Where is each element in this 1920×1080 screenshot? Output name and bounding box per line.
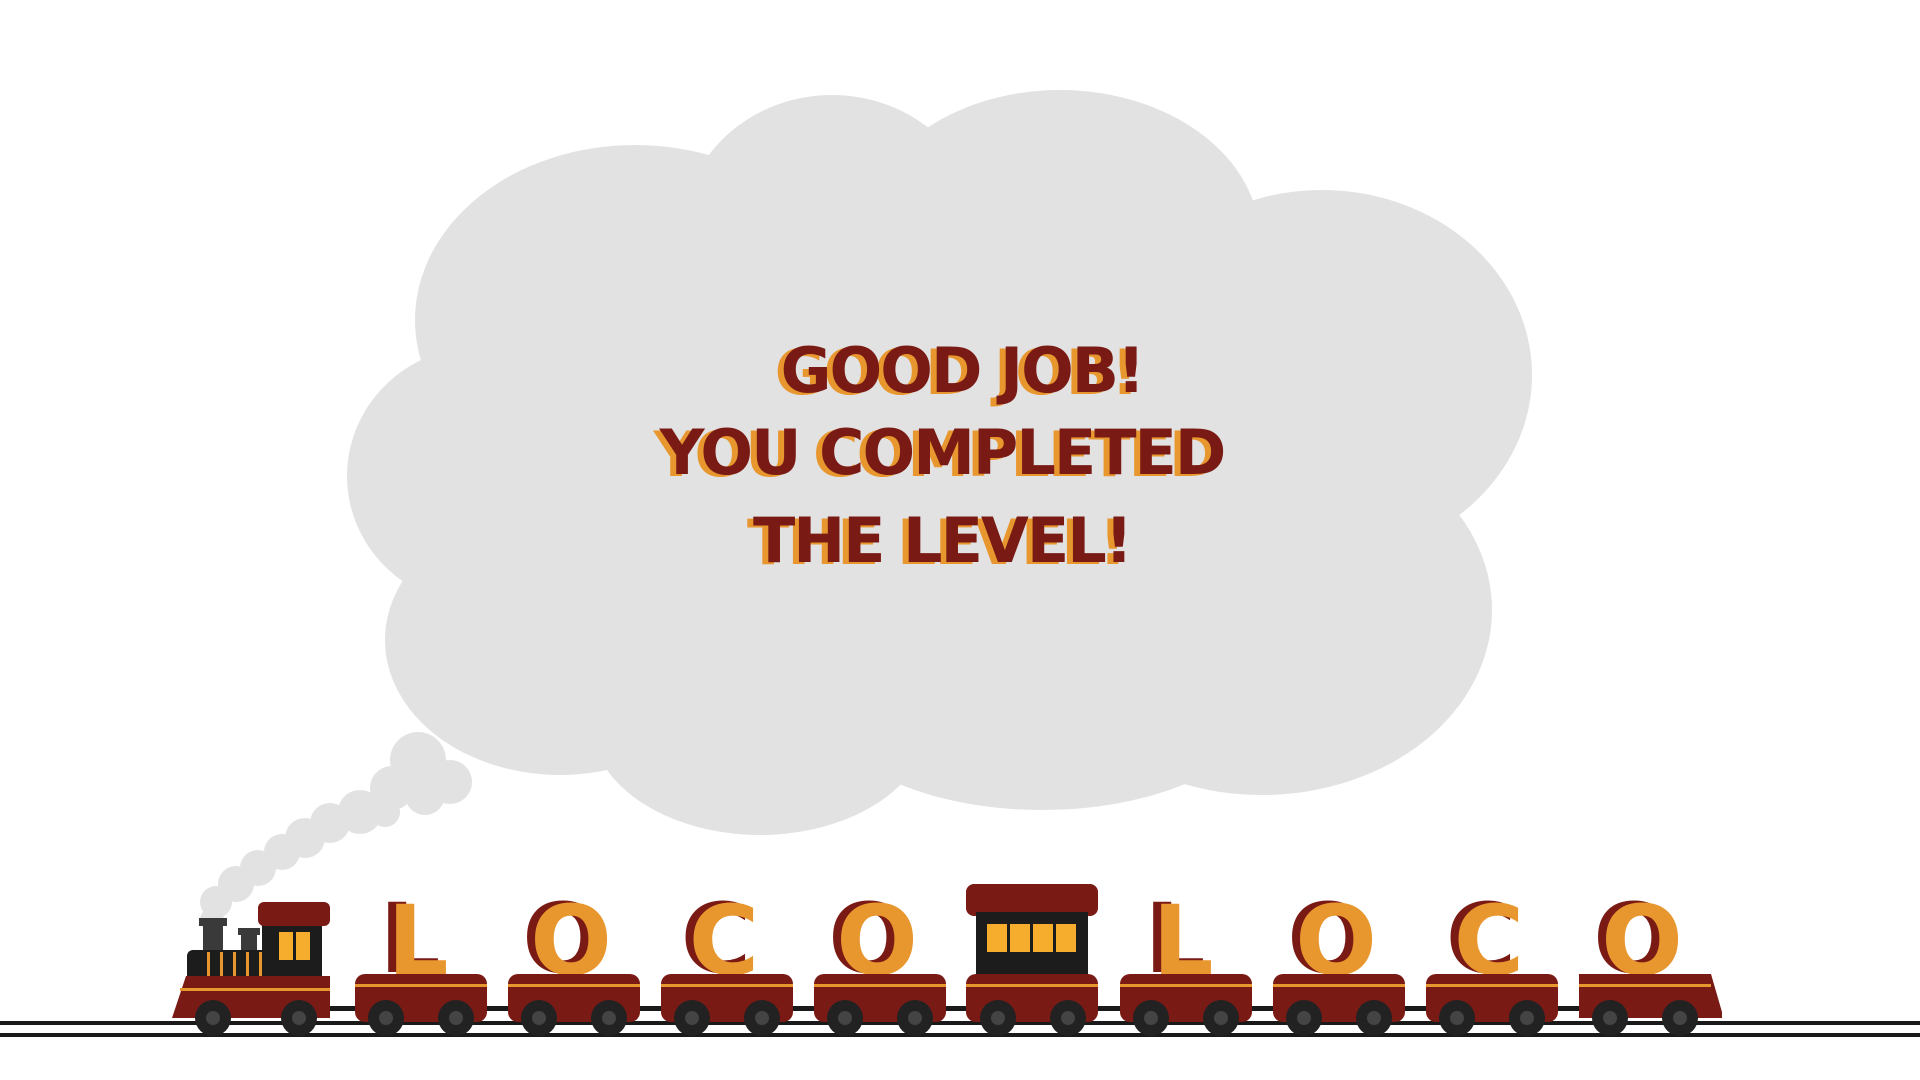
letter-car-6: O O (1273, 883, 1405, 1036)
message-line-2: YOU COMPLETED (659, 416, 1225, 489)
level-complete-scene: GOOD JOB! GOOD JOB! YOU COMPLETED YOU CO… (0, 90, 1920, 1037)
message-line-1: GOOD JOB! (781, 334, 1144, 407)
letter-car-4: O O (814, 883, 946, 1036)
letter-car-8: O O (1579, 883, 1722, 1036)
message-line-3: THE LEVEL! (753, 504, 1131, 577)
game-stage: GOOD JOB! GOOD JOB! YOU COMPLETED YOU CO… (0, 0, 1920, 1080)
steam-locomotive-icon (172, 902, 330, 1036)
letter-car-2: O O (508, 883, 640, 1036)
letter-car-5: L L (1120, 883, 1252, 1036)
letter-car-7: C C (1426, 883, 1558, 1036)
letter-car-1: L L (355, 883, 487, 1036)
letter-car-3: C C (661, 883, 793, 1036)
passenger-car-icon (966, 884, 1098, 1036)
